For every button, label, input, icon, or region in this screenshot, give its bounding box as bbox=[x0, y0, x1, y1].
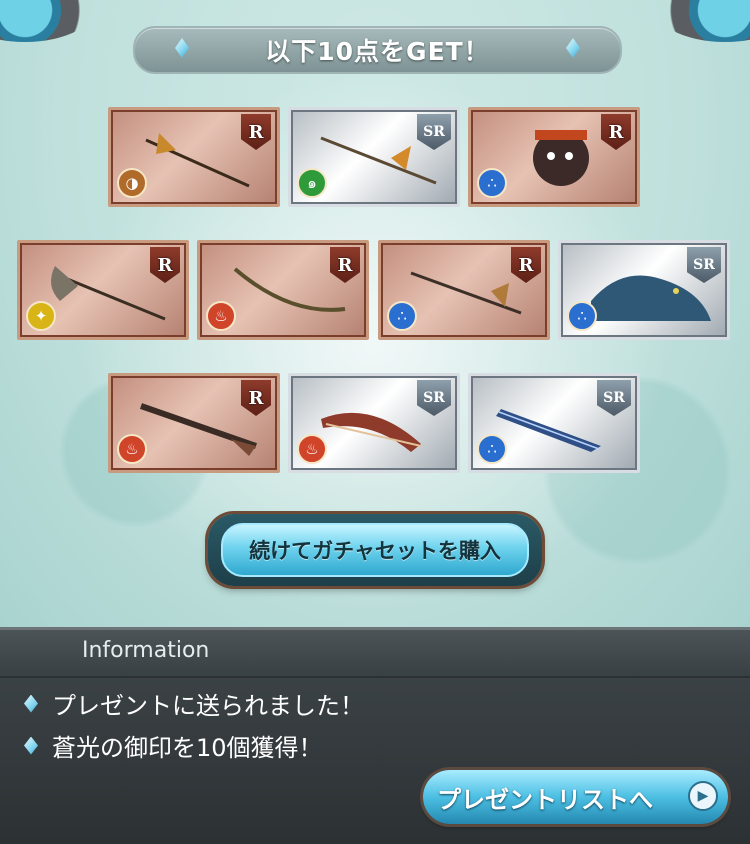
item-card[interactable]: R ∴ bbox=[378, 240, 550, 340]
buy-gacha-set-button[interactable]: 続けてガチャセットを購入 bbox=[208, 514, 542, 586]
buy-gacha-set-label: 続けてガチャセットを購入 bbox=[221, 523, 529, 577]
result-stage: 以下10点をGET！ R ◑ SR ๑ R ∴ R ✦ R ♨ R ∴ SR ∴ R ♨ SR ♨ SR ∴ 続けてガ… bbox=[0, 0, 750, 627]
crystal-bullet-icon bbox=[24, 694, 38, 713]
fire-element-icon: ♨ bbox=[206, 301, 236, 331]
present-list-label: プレゼントリストへ bbox=[437, 785, 653, 814]
result-title-bar: 以下10点をGET！ bbox=[133, 26, 622, 74]
crystal-icon bbox=[175, 38, 189, 58]
info-message: プレゼントに送られました！ bbox=[24, 686, 364, 721]
water-element-icon: ∴ bbox=[567, 301, 597, 331]
item-card[interactable]: SR ♨ bbox=[288, 373, 460, 473]
information-title: Information bbox=[82, 638, 210, 663]
info-message-text: 蒼光の御印を10個獲得！ bbox=[52, 734, 323, 762]
item-card[interactable]: SR ∴ bbox=[468, 373, 640, 473]
water-element-icon: ∴ bbox=[477, 168, 507, 198]
information-header: Information bbox=[0, 630, 750, 674]
earth-element-icon: ◑ bbox=[117, 168, 147, 198]
info-message-text: プレゼントに送られました！ bbox=[52, 692, 364, 720]
info-message: 蒼光の御印を10個獲得！ bbox=[24, 728, 323, 763]
corner-ornament-right bbox=[650, 0, 750, 42]
item-card[interactable]: R ◑ bbox=[108, 107, 280, 207]
item-card[interactable]: SR ๑ bbox=[288, 107, 460, 207]
item-card[interactable]: R ∴ bbox=[468, 107, 640, 207]
present-list-button[interactable]: プレゼントリストへ ▶ bbox=[423, 770, 728, 824]
arrow-right-icon: ▶ bbox=[688, 781, 718, 811]
light-element-icon: ✦ bbox=[26, 301, 56, 331]
water-element-icon: ∴ bbox=[477, 434, 507, 464]
result-title: 以下10点をGET！ bbox=[265, 37, 490, 66]
corner-ornament-left bbox=[0, 0, 100, 42]
fire-element-icon: ♨ bbox=[297, 434, 327, 464]
crystal-bullet-icon bbox=[24, 736, 38, 755]
item-card[interactable]: R ✦ bbox=[17, 240, 189, 340]
wind-element-icon: ๑ bbox=[297, 168, 327, 198]
crystal-icon bbox=[566, 38, 580, 58]
water-element-icon: ∴ bbox=[387, 301, 417, 331]
fire-element-icon: ♨ bbox=[117, 434, 147, 464]
item-card[interactable]: R ♨ bbox=[108, 373, 280, 473]
item-card[interactable]: SR ∴ bbox=[558, 240, 730, 340]
item-card[interactable]: R ♨ bbox=[197, 240, 369, 340]
divider bbox=[0, 676, 750, 678]
